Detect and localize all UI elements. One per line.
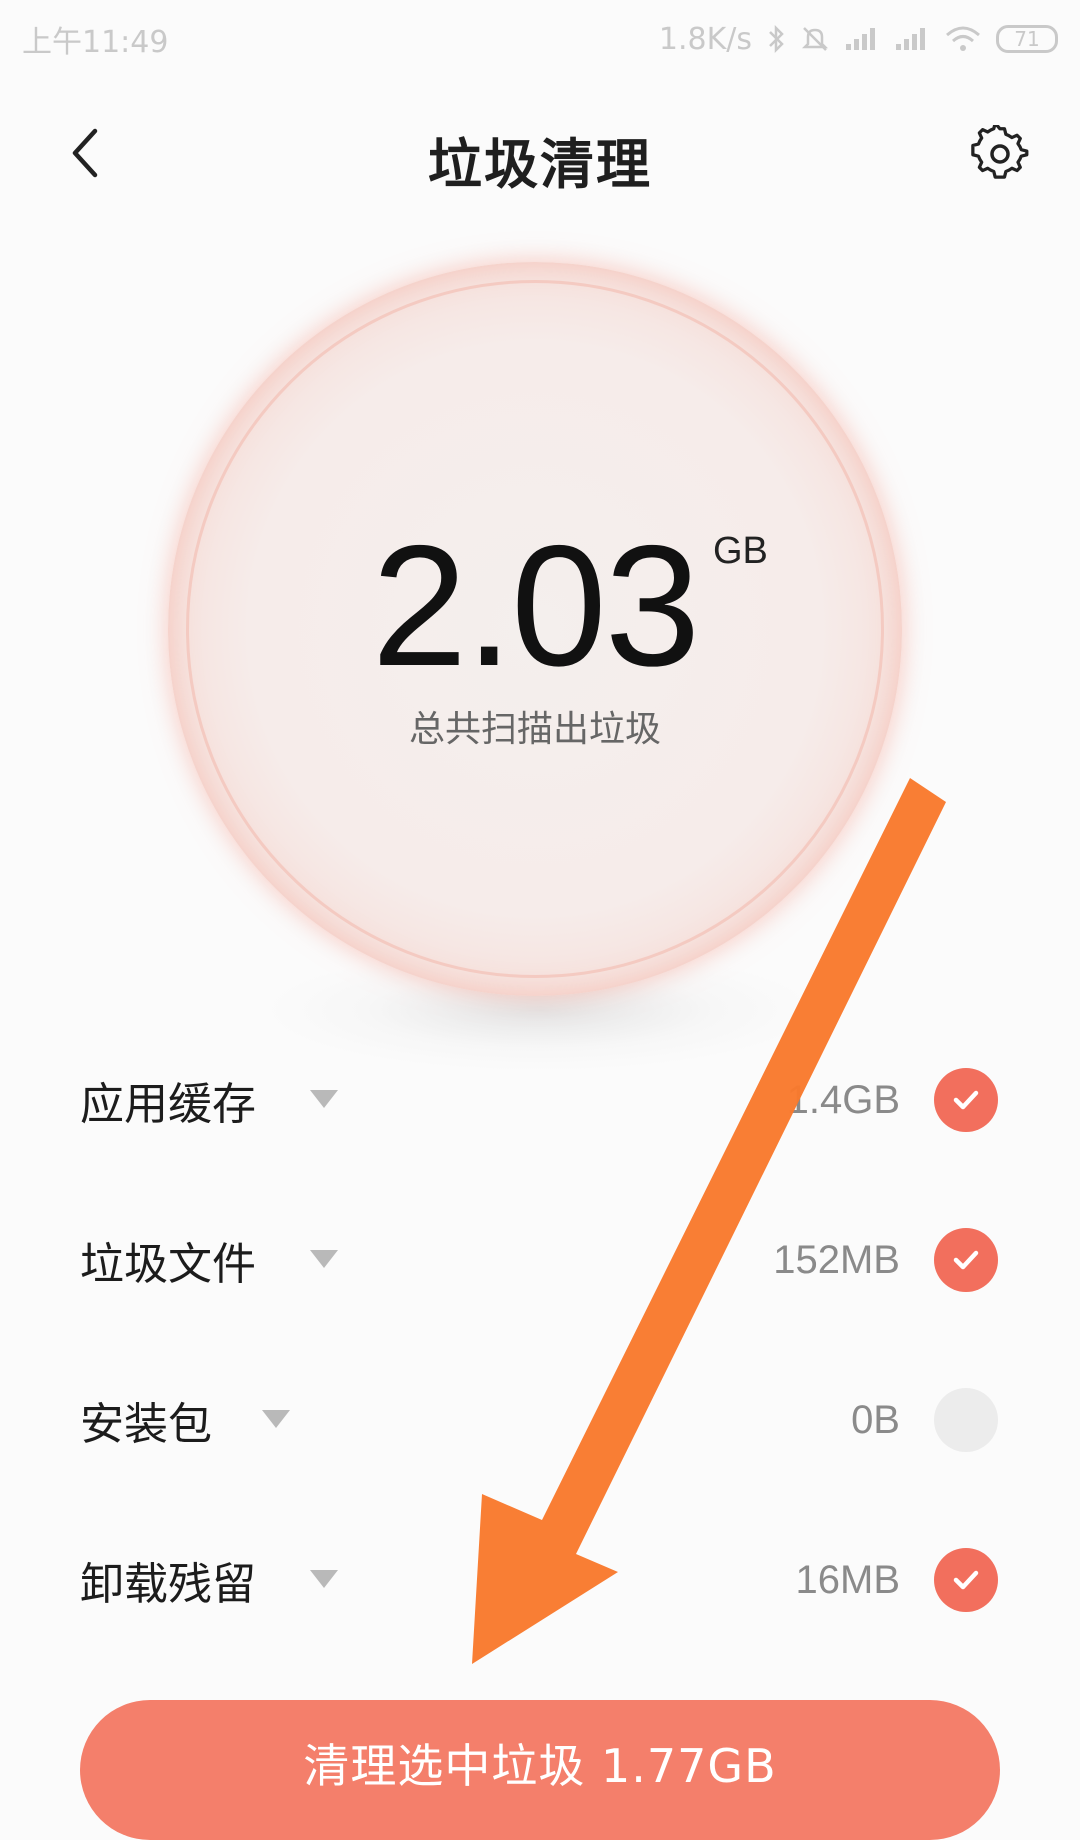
signal-icon — [894, 26, 930, 52]
list-item-junk-files[interactable]: 垃圾文件 152MB — [0, 1180, 1080, 1340]
junk-total-caption: 总共扫描出垃圾 — [408, 709, 661, 750]
signal-icon — [844, 26, 880, 52]
mute-icon — [800, 24, 830, 54]
list-item-app-cache[interactable]: 应用缓存 1.4GB — [0, 1020, 1080, 1180]
item-label: 应用缓存 — [80, 1079, 256, 1130]
list-item-uninstall-residue[interactable]: 卸载残留 16MB — [0, 1500, 1080, 1660]
settings-button[interactable] — [960, 114, 1040, 194]
clean-selected-button[interactable]: 清理选中垃圾 1.77GB — [80, 1700, 1000, 1840]
junk-total-value: 2.03 — [371, 510, 701, 702]
item-checkbox[interactable] — [934, 1548, 998, 1612]
item-size: 0B — [851, 1397, 900, 1442]
check-icon — [953, 1090, 979, 1110]
gear-icon — [971, 125, 1029, 179]
network-speed: 1.8K/s — [658, 21, 752, 57]
check-icon — [953, 1250, 979, 1270]
expand-caret-icon[interactable] — [262, 1410, 290, 1428]
header: 垃圾清理 — [0, 88, 1080, 218]
expand-caret-icon[interactable] — [310, 1570, 338, 1588]
junk-total: 2.03 — [168, 507, 902, 705]
item-checkbox[interactable] — [934, 1228, 998, 1292]
status-indicators: 1.8K/s 71 — [659, 22, 1058, 57]
item-size: 152MB — [773, 1237, 900, 1282]
status-time: 上午11:49 — [22, 25, 169, 60]
status-bar: 上午11:49 1.8K/s 71 — [0, 0, 1080, 78]
wifi-icon — [944, 25, 982, 53]
item-checkbox[interactable] — [934, 1068, 998, 1132]
junk-category-list: 应用缓存 1.4GB 垃圾文件 152MB 安装包 0B 卸载残留 16MB — [0, 1020, 1080, 1660]
item-label: 垃圾文件 — [80, 1239, 256, 1290]
battery-icon: 71 — [996, 25, 1058, 53]
junk-total-unit: GB — [713, 530, 768, 572]
junk-summary-orb: 2.03 GB 总共扫描出垃圾 — [168, 262, 902, 996]
battery-level: 71 — [1014, 27, 1040, 51]
item-size: 16MB — [795, 1557, 901, 1602]
item-label: 卸载残留 — [80, 1559, 256, 1610]
item-label: 安装包 — [80, 1399, 212, 1450]
item-checkbox[interactable] — [934, 1388, 998, 1452]
page-title: 垃圾清理 — [428, 133, 652, 196]
list-item-install-packages[interactable]: 安装包 0B — [0, 1340, 1080, 1500]
expand-caret-icon[interactable] — [310, 1090, 338, 1108]
item-size: 1.4GB — [786, 1077, 900, 1122]
expand-caret-icon[interactable] — [310, 1250, 338, 1268]
check-icon — [953, 1570, 979, 1590]
bluetooth-icon — [766, 24, 786, 54]
